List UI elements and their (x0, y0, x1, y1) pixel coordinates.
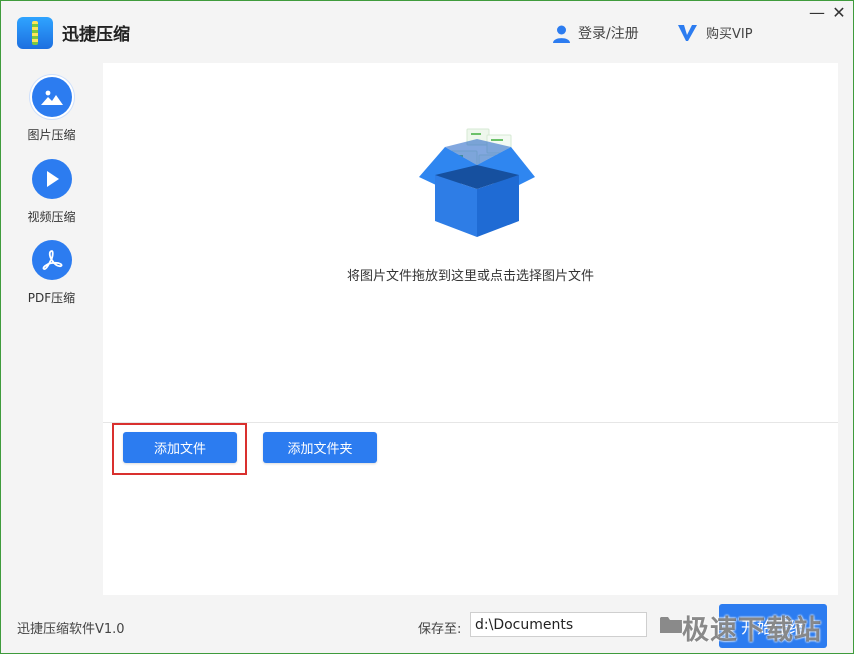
save-to-label: 保存至: (418, 622, 462, 637)
add-folder-button[interactable]: 添加文件夹 (263, 432, 377, 463)
main-panel: 将图片文件拖放到这里或点击选择图片文件 添加文件 添加文件夹 (103, 63, 838, 595)
bottom-bar: 迅捷压缩软件V1.0 保存至: 开始压缩 (1, 596, 853, 653)
title-bar: 迅捷压缩 登录/注册 购买VIP — ✕ (1, 1, 853, 63)
file-drop-zone[interactable]: 将图片文件拖放到这里或点击选择图片文件 (103, 63, 838, 423)
sidebar-item-image-compress[interactable]: 图片压缩 (1, 77, 102, 143)
sidebar-item-pdf-compress[interactable]: PDF压缩 (1, 240, 102, 306)
buy-vip-link[interactable]: 购买VIP (677, 23, 753, 42)
login-register-label: 登录/注册 (578, 26, 639, 42)
minimize-button[interactable]: — (807, 5, 827, 21)
sidebar: 图片压缩 视频压缩 PDF压缩 (1, 63, 102, 595)
sidebar-item-label: 图片压缩 (27, 128, 76, 142)
app-logo-icon (17, 17, 53, 49)
start-compress-button[interactable]: 开始压缩 (719, 604, 827, 648)
sidebar-item-label: PDF压缩 (27, 291, 76, 305)
open-box-illustration-icon (419, 128, 535, 237)
sidebar-item-label: 视频压缩 (27, 210, 76, 224)
login-register-link[interactable]: 登录/注册 (552, 23, 639, 43)
user-icon (553, 25, 570, 43)
play-icon (31, 159, 72, 199)
app-window: 迅捷压缩 登录/注册 购买VIP — ✕ 图片压缩 视频压缩 PDF压缩 将图片… (0, 0, 854, 654)
pdf-icon (31, 240, 72, 280)
drop-hint-text: 将图片文件拖放到这里或点击选择图片文件 (346, 269, 594, 284)
close-button[interactable]: ✕ (829, 5, 849, 21)
app-title: 迅捷压缩 (62, 25, 130, 45)
buy-vip-label: 购买VIP (706, 27, 753, 42)
sidebar-item-video-compress[interactable]: 视频压缩 (1, 159, 102, 225)
image-icon (31, 77, 72, 117)
folder-icon[interactable] (659, 615, 683, 634)
vip-icon (678, 24, 697, 41)
save-path-input[interactable] (470, 612, 647, 637)
version-label: 迅捷压缩软件V1.0 (17, 622, 125, 637)
add-file-button[interactable]: 添加文件 (123, 432, 237, 463)
